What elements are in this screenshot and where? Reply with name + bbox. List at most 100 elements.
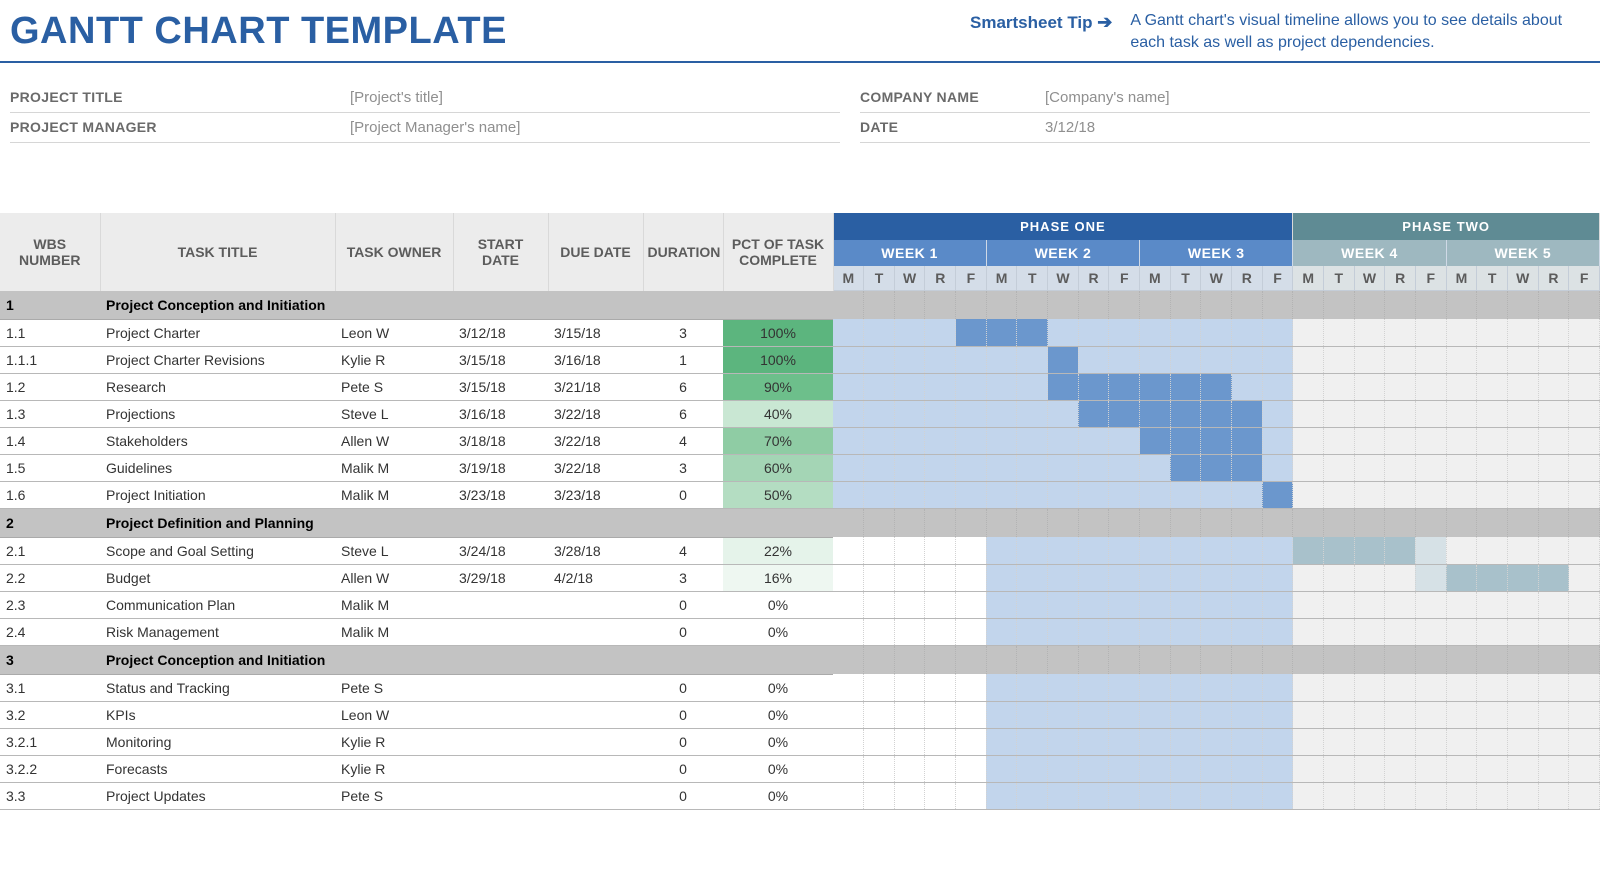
gantt-cell[interactable] xyxy=(833,674,864,701)
gantt-cell[interactable] xyxy=(1446,591,1477,618)
gantt-cell[interactable] xyxy=(1201,346,1232,373)
gantt-cell[interactable] xyxy=(1385,701,1416,728)
gantt-cell[interactable] xyxy=(1324,701,1355,728)
gantt-cell[interactable] xyxy=(833,427,864,454)
gantt-cell[interactable] xyxy=(1415,564,1446,591)
gantt-cell[interactable] xyxy=(1048,373,1079,400)
task-owner[interactable]: Malik M xyxy=(335,454,453,481)
gantt-cell[interactable] xyxy=(1109,564,1140,591)
gantt-cell[interactable] xyxy=(1201,373,1232,400)
gantt-cell[interactable] xyxy=(894,701,925,728)
task-owner[interactable]: Allen W xyxy=(335,427,453,454)
gantt-cell[interactable] xyxy=(986,674,1017,701)
task-title[interactable]: Projections xyxy=(100,400,335,427)
gantt-cell[interactable] xyxy=(1569,373,1600,400)
gantt-cell[interactable] xyxy=(1201,701,1232,728)
gantt-cell[interactable] xyxy=(1017,591,1048,618)
gantt-cell[interactable] xyxy=(1232,728,1263,755)
gantt-cell[interactable] xyxy=(1477,701,1508,728)
gantt-cell[interactable] xyxy=(1538,728,1569,755)
gantt-cell[interactable] xyxy=(1170,454,1201,481)
gantt-cell[interactable] xyxy=(1507,373,1538,400)
gantt-cell[interactable] xyxy=(1385,674,1416,701)
gantt-cell[interactable] xyxy=(1078,591,1109,618)
task-wbs[interactable]: 3.2.1 xyxy=(0,728,100,755)
gantt-cell[interactable] xyxy=(1354,701,1385,728)
gantt-cell[interactable] xyxy=(1446,564,1477,591)
gantt-cell[interactable] xyxy=(1569,319,1600,346)
task-pct[interactable]: 90% xyxy=(723,373,833,400)
gantt-cell[interactable] xyxy=(1569,782,1600,809)
date-value[interactable]: 3/12/18 xyxy=(1045,119,1095,136)
gantt-cell[interactable] xyxy=(956,319,987,346)
gantt-cell[interactable] xyxy=(1293,782,1324,809)
gantt-cell[interactable] xyxy=(1415,537,1446,564)
gantt-cell[interactable] xyxy=(1446,537,1477,564)
task-owner[interactable]: Pete S xyxy=(335,674,453,701)
gantt-cell[interactable] xyxy=(1017,701,1048,728)
gantt-cell[interactable] xyxy=(1048,618,1079,645)
gantt-cell[interactable] xyxy=(1324,674,1355,701)
gantt-cell[interactable] xyxy=(1293,701,1324,728)
gantt-cell[interactable] xyxy=(925,373,956,400)
gantt-cell[interactable] xyxy=(925,755,956,782)
gantt-cell[interactable] xyxy=(1569,427,1600,454)
gantt-cell[interactable] xyxy=(1140,674,1171,701)
gantt-cell[interactable] xyxy=(1201,755,1232,782)
task-duration[interactable]: 4 xyxy=(643,427,723,454)
gantt-cell[interactable] xyxy=(1477,674,1508,701)
gantt-cell[interactable] xyxy=(1415,319,1446,346)
gantt-cell[interactable] xyxy=(1140,481,1171,508)
gantt-cell[interactable] xyxy=(1507,755,1538,782)
gantt-cell[interactable] xyxy=(833,454,864,481)
gantt-cell[interactable] xyxy=(1109,755,1140,782)
task-owner[interactable]: Malik M xyxy=(335,591,453,618)
company-value[interactable]: [Company's name] xyxy=(1045,89,1170,106)
gantt-cell[interactable] xyxy=(1354,537,1385,564)
gantt-cell[interactable] xyxy=(925,481,956,508)
gantt-cell[interactable] xyxy=(956,537,987,564)
gantt-cell[interactable] xyxy=(1232,373,1263,400)
gantt-cell[interactable] xyxy=(1201,427,1232,454)
gantt-cell[interactable] xyxy=(956,400,987,427)
gantt-cell[interactable] xyxy=(1170,728,1201,755)
gantt-cell[interactable] xyxy=(833,755,864,782)
gantt-cell[interactable] xyxy=(1354,728,1385,755)
gantt-cell[interactable] xyxy=(1477,564,1508,591)
gantt-cell[interactable] xyxy=(1385,537,1416,564)
gantt-cell[interactable] xyxy=(1446,346,1477,373)
task-start[interactable]: 3/24/18 xyxy=(453,537,548,564)
gantt-cell[interactable] xyxy=(956,454,987,481)
task-pct[interactable]: 16% xyxy=(723,564,833,591)
gantt-cell[interactable] xyxy=(1324,481,1355,508)
task-due[interactable]: 3/22/18 xyxy=(548,400,643,427)
gantt-cell[interactable] xyxy=(956,782,987,809)
gantt-cell[interactable] xyxy=(1078,400,1109,427)
gantt-cell[interactable] xyxy=(833,346,864,373)
task-start[interactable] xyxy=(453,755,548,782)
gantt-cell[interactable] xyxy=(1569,755,1600,782)
gantt-cell[interactable] xyxy=(1201,537,1232,564)
gantt-cell[interactable] xyxy=(1017,400,1048,427)
gantt-cell[interactable] xyxy=(1048,454,1079,481)
gantt-cell[interactable] xyxy=(894,674,925,701)
task-owner[interactable]: Kylie R xyxy=(335,346,453,373)
gantt-cell[interactable] xyxy=(1293,618,1324,645)
task-start[interactable]: 3/18/18 xyxy=(453,427,548,454)
gantt-cell[interactable] xyxy=(986,537,1017,564)
gantt-cell[interactable] xyxy=(1140,454,1171,481)
gantt-cell[interactable] xyxy=(1446,454,1477,481)
gantt-cell[interactable] xyxy=(1078,346,1109,373)
gantt-cell[interactable] xyxy=(986,564,1017,591)
gantt-cell[interactable] xyxy=(833,564,864,591)
task-duration[interactable]: 3 xyxy=(643,319,723,346)
gantt-cell[interactable] xyxy=(956,701,987,728)
task-duration[interactable]: 1 xyxy=(643,346,723,373)
task-owner[interactable]: Kylie R xyxy=(335,728,453,755)
gantt-cell[interactable] xyxy=(986,454,1017,481)
gantt-cell[interactable] xyxy=(956,618,987,645)
gantt-cell[interactable] xyxy=(1293,728,1324,755)
gantt-cell[interactable] xyxy=(1170,782,1201,809)
task-start[interactable]: 3/29/18 xyxy=(453,564,548,591)
gantt-cell[interactable] xyxy=(1538,454,1569,481)
